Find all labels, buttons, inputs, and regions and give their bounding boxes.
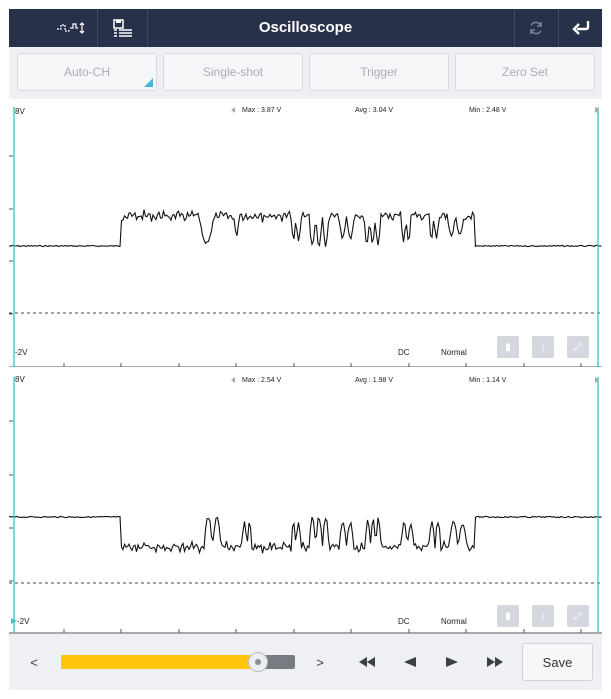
channel-2-avg: Avg : 1.98 V xyxy=(355,377,394,384)
trigger-button[interactable]: Trigger xyxy=(309,53,449,91)
x-ticks xyxy=(63,629,582,633)
waveform-icon xyxy=(57,22,85,34)
fast-rewind-icon xyxy=(359,657,375,667)
waveform-mode-button[interactable] xyxy=(49,9,93,47)
timeline-slider-fill xyxy=(61,655,258,669)
channel-1-top-label: 8V xyxy=(15,107,25,116)
channel-2-scale-button[interactable]: ↕ xyxy=(532,605,554,627)
y-ticks xyxy=(9,155,13,315)
channel-2-expand-button[interactable]: ⤢ xyxy=(567,605,589,627)
channel-2-min: Min : 1.14 V xyxy=(469,377,507,384)
channel-2-max: Max : 2.54 V xyxy=(242,377,282,384)
channel-2-graph xyxy=(9,377,602,634)
y-ticks xyxy=(9,420,13,582)
header-bar: Oscilloscope xyxy=(9,9,602,47)
save-button[interactable]: Save xyxy=(522,643,593,681)
return-button[interactable] xyxy=(559,9,602,47)
trigger-label: Trigger xyxy=(360,65,398,79)
fast-forward-icon xyxy=(487,657,503,667)
zero-set-label: Zero Set xyxy=(501,65,549,79)
left-arrow-icon xyxy=(231,377,235,383)
toolbar: Auto-CH Single-shot Trigger Zero Set xyxy=(9,47,602,99)
channel-1-coupling[interactable]: DC xyxy=(398,348,410,357)
play-icon xyxy=(446,657,458,667)
single-shot-button[interactable]: Single-shot xyxy=(163,53,303,91)
next-label: > xyxy=(316,654,324,670)
data-list-icon xyxy=(113,19,132,37)
prev-label: < xyxy=(30,654,38,670)
record-icon: ▮ xyxy=(505,610,511,622)
x-ticks xyxy=(63,363,582,367)
record-icon: ▮ xyxy=(505,341,511,353)
channel-2-top-label: 8V xyxy=(15,375,25,384)
header-divider xyxy=(147,9,148,47)
timeline-slider[interactable] xyxy=(61,652,295,672)
channel-2-record-button[interactable]: ▮ xyxy=(497,605,519,627)
channel-2-waveform xyxy=(9,515,602,555)
channel-1-waveform xyxy=(9,209,602,248)
vertical-scale-icon: ↕ xyxy=(540,341,546,353)
refresh-icon xyxy=(530,21,542,35)
play-button[interactable] xyxy=(436,634,468,690)
channel-1-graph xyxy=(9,107,602,367)
channel-1-bottom-label: -2V xyxy=(15,348,28,357)
page-title: Oscilloscope xyxy=(258,19,353,36)
step-back-button[interactable] xyxy=(394,634,426,690)
left-arrow-icon xyxy=(231,107,235,113)
channel-1-avg: Avg : 3.04 V xyxy=(355,107,394,114)
timeline-slider-thumb[interactable] xyxy=(247,652,268,672)
auto-ch-button[interactable]: Auto-CH xyxy=(17,53,157,91)
header-divider xyxy=(97,9,98,47)
save-label: Save xyxy=(542,654,573,670)
channel-1-expand-button[interactable]: ⤢ xyxy=(567,336,589,358)
data-list-button[interactable] xyxy=(101,9,145,47)
prev-button[interactable]: < xyxy=(19,634,49,690)
playback-bar: < > Save xyxy=(9,634,602,690)
channel-1-min: Min : 2.48 V xyxy=(469,107,507,114)
refresh-button[interactable] xyxy=(515,9,557,47)
fast-forward-button[interactable] xyxy=(477,634,513,690)
expand-icon: ⤢ xyxy=(574,341,582,353)
channel-1-scope[interactable]: 8V Max : 3.87 V Avg : 3.04 V Min : 2.48 … xyxy=(9,99,602,367)
next-button[interactable]: > xyxy=(305,634,335,690)
channel-2-scope[interactable]: 8V Max : 2.54 V Avg : 1.98 V Min : 1.14 … xyxy=(9,369,602,634)
channel-2-mode[interactable]: Normal xyxy=(441,617,467,626)
channel-2-bottom-label: -2V xyxy=(17,617,30,626)
fast-rewind-button[interactable] xyxy=(349,634,385,690)
channel-1-mode[interactable]: Normal xyxy=(441,348,467,357)
zero-set-button[interactable]: Zero Set xyxy=(455,53,595,91)
auto-ch-label: Auto-CH xyxy=(63,65,110,79)
return-icon xyxy=(571,21,589,35)
vertical-scale-icon: ↕ xyxy=(540,610,546,622)
channel-2-coupling[interactable]: DC xyxy=(398,617,410,626)
step-back-icon xyxy=(404,657,416,667)
single-shot-label: Single-shot xyxy=(202,65,264,79)
channel-1-record-button[interactable]: ▮ xyxy=(497,336,519,358)
expand-icon: ⤢ xyxy=(574,610,582,622)
channel-1-scale-button[interactable]: ↕ xyxy=(532,336,554,358)
channel-1-max: Max : 3.87 V xyxy=(242,107,282,114)
dropdown-corner-icon xyxy=(144,78,153,87)
